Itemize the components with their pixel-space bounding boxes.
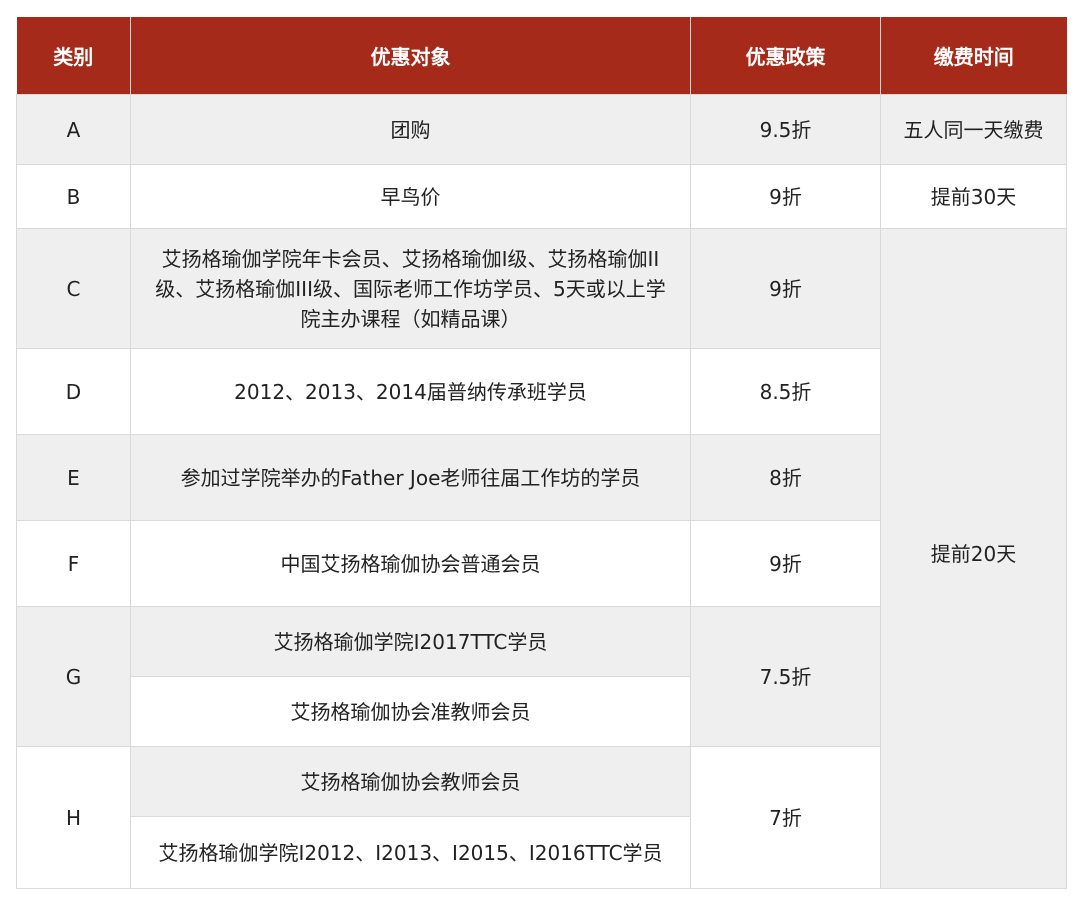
time-cell: 提前20天 — [880, 228, 1067, 889]
discount-table: 类别 优惠对象 优惠政策 缴费时间 A 团购 9.5折 五人同一天缴费 B 早鸟… — [16, 17, 1067, 889]
table-header-row: 类别 优惠对象 优惠政策 缴费时间 — [16, 17, 1067, 95]
header-time: 缴费时间 — [880, 17, 1067, 95]
policy-cell: 8.5折 — [690, 348, 881, 435]
policy-cell: 7.5折 — [690, 606, 881, 747]
target-cell: 艾扬格瑜伽协会教师会员 — [130, 746, 691, 817]
category-cell: E — [16, 434, 131, 521]
category-cell: F — [16, 520, 131, 607]
target-cell: 团购 — [130, 94, 691, 165]
header-category: 类别 — [16, 17, 131, 95]
policy-cell: 7折 — [690, 746, 881, 889]
target-cell: 艾扬格瑜伽协会准教师会员 — [130, 676, 691, 747]
table-row: C 艾扬格瑜伽学院年卡会员、艾扬格瑜伽I级、艾扬格瑜伽II级、艾扬格瑜伽III级… — [16, 228, 1067, 889]
policy-cell: 9折 — [690, 164, 881, 229]
category-cell: D — [16, 348, 131, 435]
policy-cell: 8折 — [690, 434, 881, 521]
category-cell: G — [16, 606, 131, 747]
time-cell: 提前30天 — [880, 164, 1067, 229]
target-cell: 早鸟价 — [130, 164, 691, 229]
category-cell: C — [16, 228, 131, 349]
target-cell: 艾扬格瑜伽学院I2012、I2013、I2015、I2016TTC学员 — [130, 816, 691, 889]
table-row: B 早鸟价 9折 提前30天 — [16, 164, 1067, 229]
policy-cell: 9折 — [690, 228, 881, 349]
target-cell: 艾扬格瑜伽学院年卡会员、艾扬格瑜伽I级、艾扬格瑜伽II级、艾扬格瑜伽III级、国… — [130, 228, 691, 349]
target-cell: 参加过学院举办的Father Joe老师往届工作坊的学员 — [130, 434, 691, 521]
category-cell: A — [16, 94, 131, 165]
category-cell: H — [16, 746, 131, 889]
target-cell: 艾扬格瑜伽学院I2017TTC学员 — [130, 606, 691, 677]
header-target: 优惠对象 — [130, 17, 691, 95]
header-policy: 优惠政策 — [690, 17, 881, 95]
policy-cell: 9折 — [690, 520, 881, 607]
policy-cell: 9.5折 — [690, 94, 881, 165]
target-cell: 中国艾扬格瑜伽协会普通会员 — [130, 520, 691, 607]
category-cell: B — [16, 164, 131, 229]
table-row: A 团购 9.5折 五人同一天缴费 — [16, 94, 1067, 165]
target-cell: 2012、2013、2014届普纳传承班学员 — [130, 348, 691, 435]
time-cell: 五人同一天缴费 — [880, 94, 1067, 165]
